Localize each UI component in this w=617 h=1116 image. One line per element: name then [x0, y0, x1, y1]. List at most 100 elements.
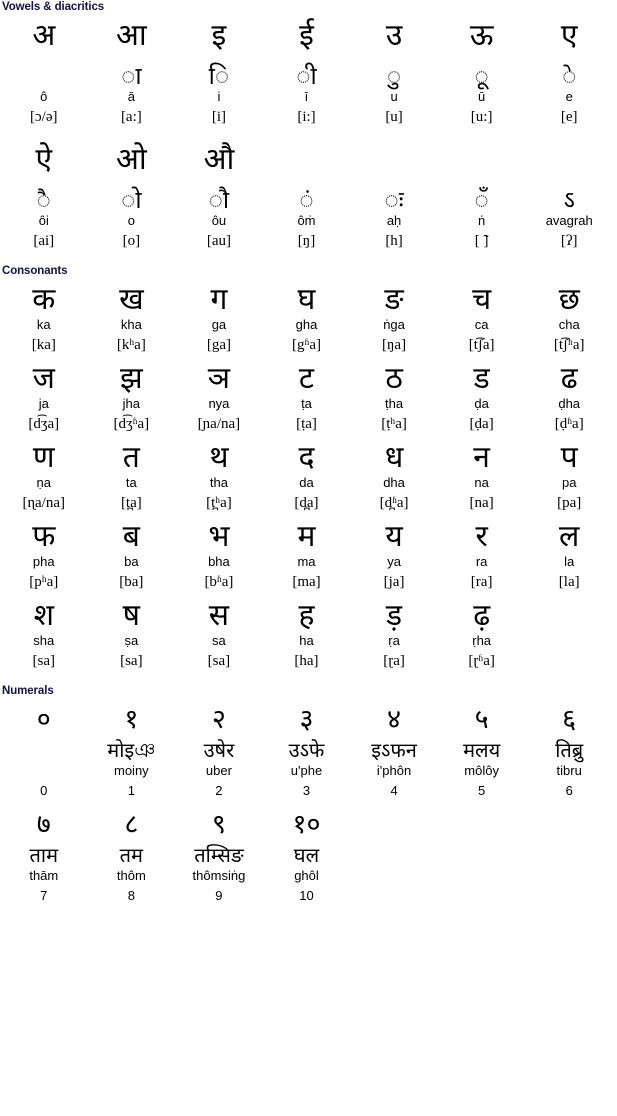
- consonant-ipa: [ṭʰa]: [381, 415, 407, 432]
- numeral-value: 0: [40, 782, 48, 798]
- vowel-cell: ऽ avagrah [ʔ]: [525, 137, 613, 252]
- consonant-cell: य ya [ja]: [350, 514, 438, 593]
- consonant-ipa: [ḍa]: [469, 415, 494, 432]
- avagraha-sign: ऽ: [563, 186, 575, 214]
- numeral-word: घल: [293, 843, 320, 867]
- section-consonants: Consonants क ka [ka] ख kha [kʰa] ग ga [g…: [0, 261, 617, 672]
- consonant-translit: ṛha: [472, 632, 492, 648]
- consonant-glyph: य: [385, 519, 403, 554]
- consonant-translit: ma: [297, 553, 316, 569]
- vowel-ipa: [ ̃]: [474, 232, 489, 249]
- consonant-cell: ड़ ṛa [ɽa]: [350, 593, 438, 672]
- consonant-ipa: [ŋa]: [382, 336, 407, 353]
- numeral-value: 5: [478, 782, 486, 798]
- numeral-word: इऽफन: [371, 738, 417, 762]
- consonant-cell: र ra [ra]: [438, 514, 526, 593]
- vowel-diacritic: ः: [384, 186, 404, 214]
- numeral-word: तिब्रु: [555, 738, 584, 762]
- vowel-glyph: अ: [32, 18, 56, 53]
- consonant-translit: ra: [475, 553, 488, 569]
- consonant-cell: स sa [sa]: [175, 593, 263, 672]
- consonant-translit: ha: [299, 632, 314, 648]
- consonant-glyph: च: [472, 282, 492, 317]
- consonant-ipa: [sa]: [120, 652, 143, 669]
- consonant-cell: भ bha [bʱa]: [175, 514, 263, 593]
- consonant-translit: ṣa: [124, 632, 139, 648]
- vowel-row: अ ô [ɔ/ə] आ ा ā [a:] इ ि i [i] ई ी ī [i:…: [0, 13, 613, 128]
- consonant-cell: च ca [t͡ʃa]: [438, 277, 526, 356]
- consonant-translit: ṭa: [301, 395, 312, 411]
- consonant-cell: थ tha [t̪ʰa]: [175, 435, 263, 514]
- vowel-cell: ः aḥ [h]: [350, 137, 438, 252]
- vowel-glyph: उ: [385, 18, 403, 53]
- numeral-translit: u'phe: [290, 763, 323, 778]
- consonant-translit: dha: [383, 474, 405, 490]
- numeral-glyph: ७: [36, 809, 51, 840]
- vowel-translit: u: [390, 88, 398, 104]
- numeral-translit: moiny: [114, 763, 149, 778]
- consonant-translit: bha: [208, 553, 230, 569]
- consonant-ipa: [sa]: [32, 652, 56, 669]
- vowel-ipa: [au]: [206, 232, 231, 249]
- vowel-translit: ā: [127, 88, 135, 104]
- consonant-row: ज ja [d͡ʒa] झ jha [d͡ʒʱa] ञ nya [ɲa/na] …: [0, 356, 613, 435]
- vowel-ipa: [e]: [560, 108, 578, 125]
- consonant-translit: ṭha: [385, 395, 404, 411]
- consonant-glyph: ट: [298, 361, 315, 396]
- numeral-row: ० 0 १ मोइঞ moiny 1 २ उषेर uber 2 ३ उऽफे …: [0, 697, 613, 800]
- consonant-glyph: म: [297, 519, 316, 554]
- consonant-row: श sha [sa] ष ṣa [sa] स sa [sa] ह ha [ha]…: [0, 593, 613, 672]
- consonant-ipa: [ɽʱa]: [468, 652, 495, 669]
- consonant-translit: pa: [561, 474, 577, 490]
- numeral-cell: ३ उऽफे u'phe 3: [263, 697, 351, 800]
- section-vowels: Vowels & diacritics अ ô [ɔ/ə] आ ा ā [a:]…: [0, 0, 617, 252]
- numeral-glyph: ४: [387, 704, 402, 735]
- vowel-glyph: ए: [560, 18, 578, 53]
- vowel-translit: ôṁ: [297, 212, 316, 228]
- consonant-cell: ण ṇa [ɳa/na]: [0, 435, 88, 514]
- consonant-ipa: [sa]: [207, 652, 231, 669]
- numeral-value: 7: [40, 887, 48, 903]
- consonant-translit: na: [474, 474, 489, 490]
- numeral-translit: i'phôn: [376, 763, 412, 778]
- vowel-translit: ôu: [211, 212, 227, 228]
- section-title-vowels: Vowels & diacritics: [2, 1, 105, 13]
- vowel-diacritic: ँ: [474, 186, 489, 214]
- consonant-ipa: [t͡ʃʰa]: [553, 336, 585, 353]
- consonant-cell: घ gha [gʱa]: [263, 277, 351, 356]
- consonant-glyph: ष: [122, 598, 141, 633]
- consonant-glyph: द: [298, 440, 315, 475]
- vowel-translit: ṅ: [478, 212, 486, 228]
- vowel-cell: ँ ṅ [ ̃]: [438, 137, 526, 252]
- vowel-diacritic: ू: [474, 62, 489, 90]
- numeral-cell: ६ तिब्रु tibru 6: [525, 697, 613, 800]
- consonant-glyph: प: [560, 440, 578, 475]
- vowel-ipa: [u:]: [470, 108, 493, 125]
- numeral-translit: thôm: [116, 868, 146, 883]
- consonant-glyph: झ: [120, 361, 143, 396]
- vowel-diacritic: ै: [36, 186, 51, 214]
- consonant-translit: gha: [295, 316, 318, 332]
- vowel-translit: ī: [304, 88, 309, 104]
- consonant-translit: ba: [124, 553, 139, 569]
- consonant-glyph: स: [208, 598, 230, 633]
- consonant-translit: ṇa: [36, 474, 52, 490]
- consonant-cell: झ jha [d͡ʒʱa]: [88, 356, 176, 435]
- numeral-row: ७ ताम thām 7 ८ तम thôm 8 ९ तम्सिङ thômsi…: [0, 802, 613, 905]
- numeral-translit: thômsiṅg: [192, 868, 246, 883]
- numeral-glyph: २: [211, 704, 226, 735]
- consonant-glyph: ब: [122, 519, 140, 554]
- vowel-translit: o: [127, 212, 135, 228]
- consonant-cell: ड ḍa [ḍa]: [438, 356, 526, 435]
- consonant-cell: ब ba [ba]: [88, 514, 176, 593]
- vowel-cell: ं ôṁ [ŋ]: [263, 137, 351, 252]
- vowel-glyph: इ: [211, 18, 227, 53]
- consonant-ipa: [t̪a]: [120, 494, 142, 511]
- consonant-ipa: [d̪a]: [294, 494, 319, 511]
- numeral-cell: ४ इऽफन i'phôn 4: [350, 697, 438, 800]
- consonant-glyph: ञ: [207, 361, 231, 396]
- consonant-cell: ञ nya [ɲa/na]: [175, 356, 263, 435]
- numeral-value: 2: [215, 782, 223, 798]
- consonant-row: क ka [ka] ख kha [kʰa] ग ga [ga] घ gha [g…: [0, 277, 613, 356]
- section-numerals: Numerals ० 0 १ मोइঞ moiny 1 २ उषेर uber …: [0, 681, 617, 905]
